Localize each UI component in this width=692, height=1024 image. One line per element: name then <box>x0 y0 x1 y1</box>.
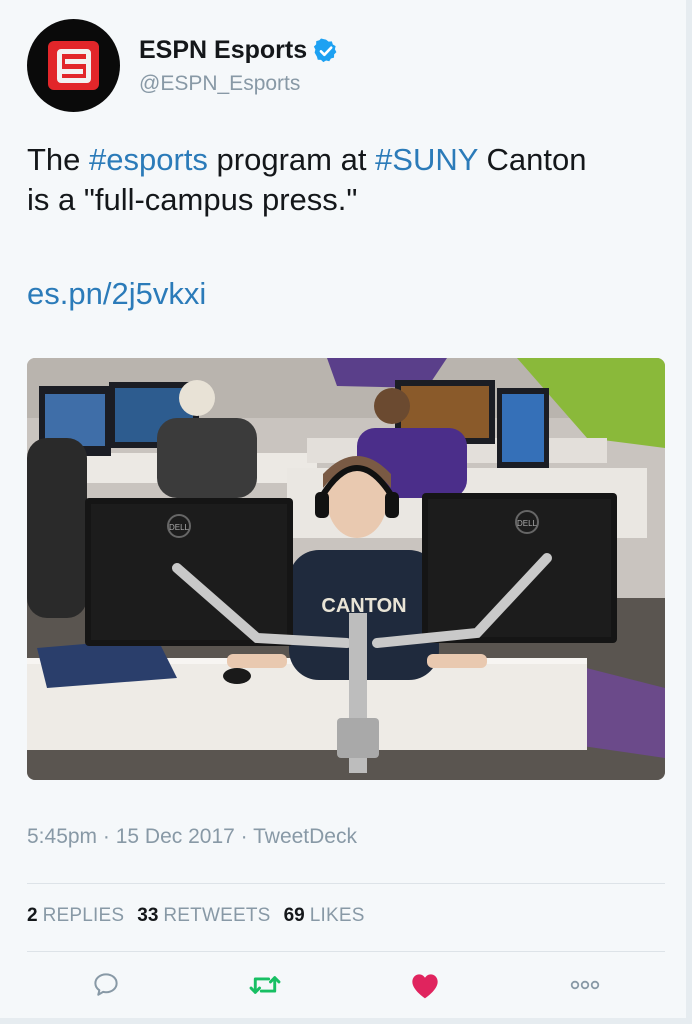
display-name-text[interactable]: ESPN Esports <box>139 36 307 65</box>
tweet-text: The #esports program at #SUNY Canton is … <box>27 142 587 217</box>
reply-button[interactable] <box>89 968 123 1002</box>
divider <box>27 883 665 884</box>
timestamp[interactable]: 5:45pm · 15 Dec 2017 · TweetDeck <box>27 825 357 849</box>
monitor-brand-right: DELL <box>517 519 538 528</box>
like-button[interactable] <box>408 968 442 1002</box>
hashtag-esports[interactable]: #esports <box>89 142 208 177</box>
tweet-photo[interactable]: CANTON DELL DELL <box>27 358 665 780</box>
tweet-date[interactable]: 15 Dec 2017 <box>116 825 235 848</box>
heart-icon <box>412 974 438 999</box>
more-button[interactable] <box>568 968 602 1002</box>
replies-stat[interactable]: 2 REPLIES <box>27 905 124 927</box>
photo-illustration: CANTON DELL DELL <box>27 358 665 780</box>
tweet-time[interactable]: 5:45pm <box>27 825 97 848</box>
verified-badge-icon <box>313 38 337 62</box>
likes-stat[interactable]: 69 LIKES <box>284 905 365 927</box>
monitor-brand-left: DELL <box>169 523 190 532</box>
retweets-stat[interactable]: 33 RETWEETS <box>137 905 270 927</box>
ellipsis-icon <box>570 980 600 990</box>
handle[interactable]: @ESPN_Esports <box>139 72 300 96</box>
speech-bubble-icon <box>94 973 118 996</box>
retweet-button[interactable] <box>248 968 282 1002</box>
avatar[interactable] <box>27 19 120 112</box>
hashtag-suny[interactable]: #SUNY <box>375 142 478 177</box>
tweet-source[interactable]: TweetDeck <box>253 825 357 848</box>
retweet-arrows-icon <box>249 976 281 994</box>
tweet-card: ESPN Esports @ESPN_Esports The #esports … <box>0 0 692 1024</box>
divider <box>27 951 665 952</box>
tweet-link[interactable]: es.pn/2j5vkxi <box>27 276 206 311</box>
engagement-stats: 2 REPLIES 33 RETWEETS 69 LIKES <box>27 905 378 927</box>
display-name[interactable]: ESPN Esports <box>139 36 339 65</box>
